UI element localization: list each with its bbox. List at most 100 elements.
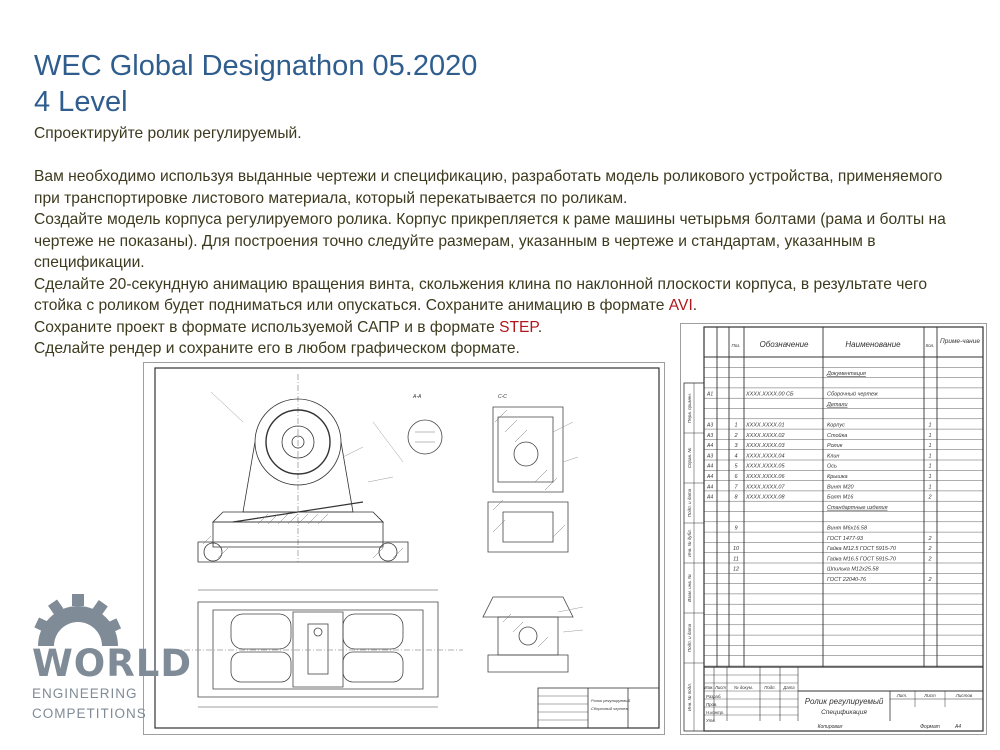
spec-stamp-role: Пров.: [706, 702, 717, 707]
drawing-stamp-name: Ролик регулируемый: [591, 698, 631, 703]
spec-row-qty: 1: [928, 453, 931, 459]
spec-row-name: Ось: [827, 464, 837, 470]
spec-row-qty: 2: [927, 546, 931, 552]
spec-stamp-format-value: А4: [954, 724, 961, 730]
spec-stamp-lit: Лит.: [896, 693, 908, 698]
logo-word-world: WORLD: [32, 642, 193, 685]
spec-row-name: Крышка: [827, 474, 848, 480]
spec-row-qty: 1: [928, 484, 931, 490]
spec-row-qty: 1: [928, 423, 931, 429]
logo-word-engineering: ENGINEERING: [32, 686, 138, 701]
drawing-stamp-subtitle: Сборочный чертеж: [591, 706, 628, 711]
spec-stamp-col-label: Подп.: [764, 685, 775, 690]
spec-row-position: 9: [734, 526, 737, 532]
spec-header-name: Наименование: [845, 340, 901, 349]
spec-side-label: Инв. № дубл.: [687, 529, 692, 557]
specification-sheet: Обозначение Наименование Кол. Приме-чание По…: [680, 323, 987, 735]
spec-row-qty: 1: [928, 433, 931, 439]
spec-row-name: Болт М16: [827, 495, 854, 501]
spec-row-format: А3: [706, 433, 713, 439]
spec-row-position: 6: [734, 474, 738, 480]
spec-stamp-role: Утв.: [706, 718, 716, 723]
spec-row-designation: ХХХХ.ХХХХ.00 СБ: [745, 392, 794, 398]
spec-row-qty: 2: [927, 556, 931, 562]
spec-stamp-sheet: Лист: [923, 693, 936, 698]
spec-section-header: Стандартные изделия: [827, 505, 888, 511]
logo-word-competitions: COMPETITIONS: [32, 706, 147, 721]
spec-header-qty: Кол.: [926, 343, 935, 348]
spec-row-name: Стойка: [827, 432, 847, 439]
spec-row-position: 12: [733, 567, 739, 573]
avi-format: AVI: [668, 297, 693, 314]
spec-row-format: А3: [706, 453, 713, 459]
leader-lines: [342, 421, 584, 633]
spec-row-name: Гайка М16.5 ГОСТ 5915-70: [827, 555, 897, 562]
section-a-a-label: А-А: [412, 394, 422, 400]
spec-header-pos: Поз.: [731, 343, 740, 348]
page-title: WEC Global Designathon 05.2020 4 Level: [34, 48, 477, 120]
gear-icon: [34, 594, 122, 646]
spec-stamp-copied: Копировал: [818, 724, 843, 730]
spec-row-qty: 1: [928, 464, 931, 470]
spec-stamp-sheets: Листов: [955, 693, 973, 698]
spec-stamp-col-label: Лист: [714, 685, 726, 690]
task-paragraph-2: Создайте модель корпуса регулируемого ро…: [34, 211, 946, 271]
section-c-c-label: С-С: [498, 394, 507, 400]
spec-row-format: А4: [706, 484, 713, 490]
task-paragraph-1: Вам необходимо используя выданные чертеж…: [34, 168, 943, 207]
spec-row-designation: ХХХХ.ХХХХ.05: [745, 464, 785, 470]
spec-row-format: А4: [706, 495, 713, 501]
step-format: STEP: [499, 318, 538, 336]
spec-row-qty: 2: [927, 577, 931, 583]
spec-row-position: 1: [734, 423, 737, 429]
spec-row-name: Винт М6х16.58: [827, 526, 868, 532]
spec-side-label: Справ. №: [687, 448, 692, 469]
spec-side-label: Перв. примен.: [687, 393, 692, 423]
title-line-1: WEC Global Designathon 05.2020: [34, 50, 478, 82]
drawing-frame: [154, 367, 660, 729]
top-view: [173, 589, 463, 708]
spec-row-name: Клин: [827, 453, 839, 459]
spec-section-header: Документация: [826, 371, 866, 377]
spec-row-name: Гайка М12.5 ГОСТ 5915-70: [827, 545, 897, 552]
spec-row-name: Винт М20: [827, 484, 855, 490]
spec-row-designation: ХХХХ.ХХХХ.04: [745, 453, 785, 459]
spec-row-name: Сборочный чертеж: [827, 391, 878, 398]
spec-stamp-col-label: № докум.: [734, 685, 753, 690]
spec-row-designation: ХХХХ.ХХХХ.07: [745, 484, 785, 490]
spec-row-position: 2: [733, 433, 737, 439]
spec-row-designation: ХХХХ.ХХХХ.06: [745, 474, 785, 480]
spec-row-designation: ХХХХ.ХХХХ.03: [745, 443, 785, 449]
spec-side-label: Инв. № подл.: [687, 683, 692, 711]
task-paragraph-3: Сделайте 20-секундную анимацию вращения …: [34, 275, 928, 315]
spec-stamp-col-label: Изм.: [704, 685, 713, 690]
spec-row-qty: 2: [927, 536, 931, 542]
drawing-title-block: Ролик регулируемый Сборочный чертеж: [537, 687, 660, 729]
spec-header-designation: Обозначение: [759, 340, 809, 349]
spec-side-label: Взам. инв. №: [687, 574, 692, 602]
spec-stamp-title: Ролик регулируемый: [805, 697, 884, 706]
front-view: [197, 374, 409, 563]
spec-side-label: Подп. и дата: [687, 488, 692, 517]
spec-row-format: А1: [706, 392, 713, 398]
section-a-a-view: А-А: [407, 394, 443, 455]
spec-row-position: 5: [734, 464, 738, 470]
spec-row-name: ГОСТ 1477-93: [827, 536, 864, 542]
spec-stamp-subtitle: Спецификация: [821, 709, 867, 716]
spec-row-position: 10: [733, 546, 740, 552]
spec-row-designation: ХХХХ.ХХХХ.01: [745, 423, 785, 429]
section-c-c-view: С-С: [487, 394, 569, 553]
spec-row-name: Шпилька М12х25.58: [827, 567, 879, 573]
spec-row-designation: ХХХХ.ХХХХ.08: [745, 495, 785, 501]
spec-row-position: 7: [734, 484, 738, 490]
spec-row-qty: 1: [928, 474, 931, 480]
spec-row-format: А4: [706, 474, 713, 480]
spec-row-format: А4: [706, 443, 713, 449]
spec-side-label: Подп. и дата: [687, 623, 692, 652]
spec-row-name: Корпус: [827, 423, 845, 429]
spec-stamp-role: Н.контр.: [706, 710, 724, 715]
spec-row-position: 4: [734, 453, 737, 459]
spec-row-qty: 2: [927, 495, 931, 501]
assembly-drawing: А-А С-С Ролик регулируемый Сборочный чер…: [143, 362, 665, 735]
spec-stamp-role: Разраб.: [706, 694, 722, 699]
